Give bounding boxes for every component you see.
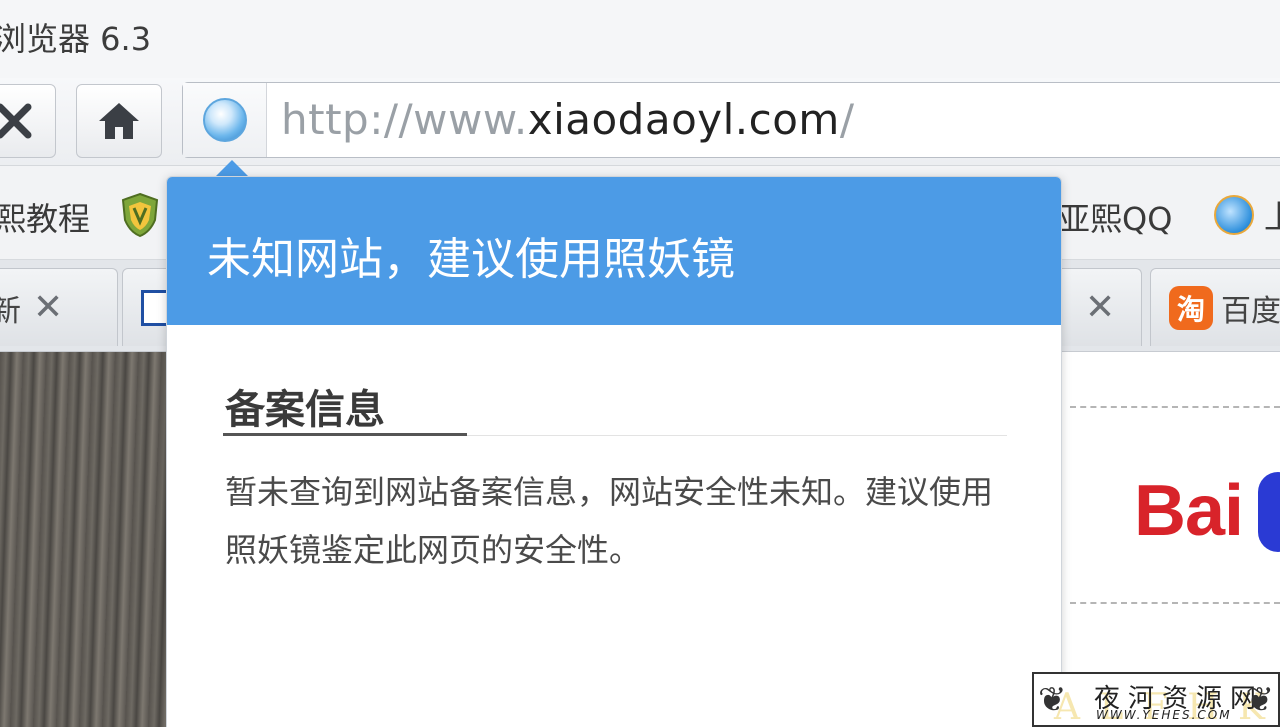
- title-bar: 浏览器 6.3: [0, 0, 1280, 78]
- watermark-url: WWW.YEHES.COM: [1096, 708, 1232, 722]
- site-info-popup: 未知网站，建议使用照妖镜 备案信息 暂未查询到网站备案信息，网站安全性未知。建议…: [166, 176, 1062, 727]
- window-title: 浏览器 6.3: [0, 20, 152, 58]
- section-active-indicator: [223, 433, 467, 436]
- bookmark-label: 上: [1264, 192, 1280, 238]
- home-button[interactable]: [76, 84, 162, 158]
- section-body: 暂未查询到网站备案信息，网站安全性未知。建议使用照妖镜鉴定此网页的安全性。: [225, 473, 994, 569]
- tab-close-icon[interactable]: ✕: [33, 289, 63, 326]
- watermark: ❦ A L F H K 网 夜河资源网 WWW.YEHES.COM ❦: [1032, 672, 1280, 727]
- tab-close-icon[interactable]: ✕: [1085, 289, 1115, 326]
- ornament-icon: ❦: [1245, 680, 1275, 720]
- tab[interactable]: 淘 百度: [1150, 268, 1280, 346]
- divider: [1070, 602, 1280, 604]
- tab-label: 百度: [1221, 293, 1280, 329]
- bookmark-item[interactable]: 上: [1214, 192, 1280, 238]
- divider: [1070, 406, 1280, 408]
- baidu-logo[interactable]: Bai: [1134, 470, 1244, 552]
- bookmark-item[interactable]: 熙教程: [0, 194, 90, 240]
- globe-icon: [202, 98, 247, 142]
- url-domain: xiaodaoyl.com: [527, 95, 840, 144]
- tab[interactable]: 新 ✕: [0, 268, 118, 346]
- ie-icon: [1214, 195, 1254, 235]
- bookmark-label: 熙教程: [0, 200, 91, 238]
- site-info-button[interactable]: [183, 83, 267, 157]
- tab-label: 新: [0, 293, 21, 329]
- popup-title: 未知网站，建议使用照妖镜: [207, 234, 735, 285]
- close-icon: [0, 103, 32, 139]
- bookmark-item[interactable]: 亚熙QQ: [1058, 194, 1172, 240]
- section-title[interactable]: 备案信息: [225, 377, 385, 435]
- address-input[interactable]: http://www.xiaodaoyl.com/: [281, 95, 855, 145]
- shield-icon[interactable]: [120, 192, 160, 238]
- taobao-icon: 淘: [1169, 285, 1213, 330]
- baidu-paw-icon: [1258, 472, 1280, 552]
- background-image: [0, 352, 168, 727]
- bookmark-label: 亚熙QQ: [1058, 200, 1173, 238]
- home-icon: [99, 103, 139, 139]
- url-tail: /: [839, 95, 855, 144]
- address-bar[interactable]: http://www.xiaodaoyl.com/: [182, 82, 1280, 158]
- navigation-toolbar: http://www.xiaodaoyl.com/: [0, 78, 1280, 166]
- url-scheme: http://www.: [281, 95, 528, 144]
- stop-button[interactable]: [0, 84, 56, 158]
